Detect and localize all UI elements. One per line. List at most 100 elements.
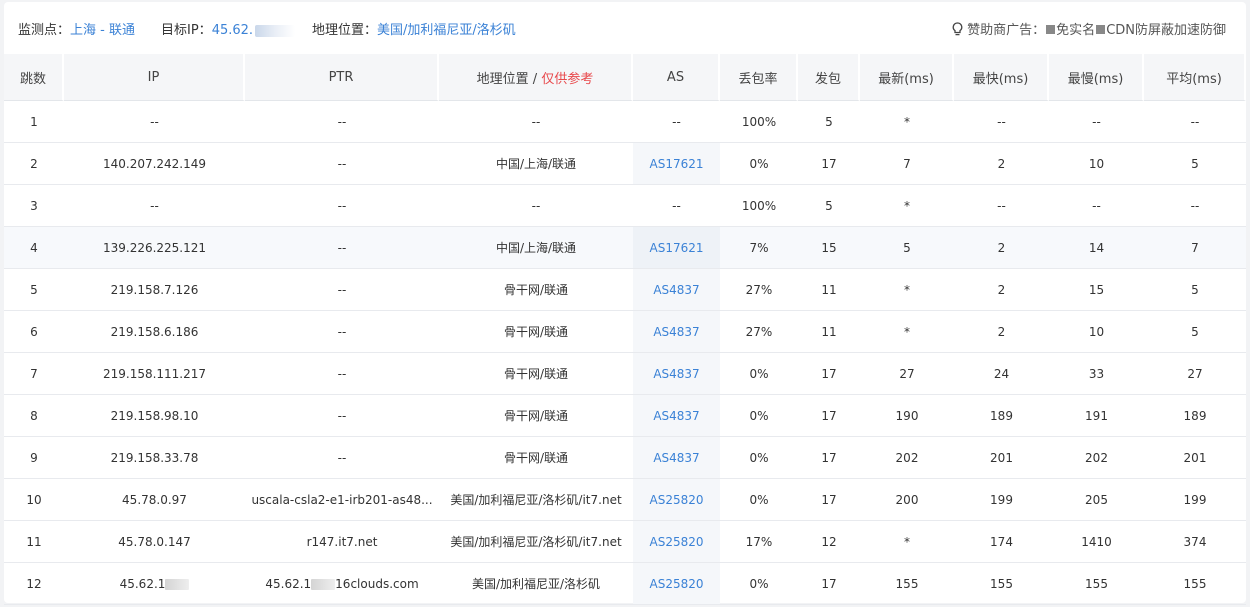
as-link[interactable]: AS25820 xyxy=(650,493,704,507)
cell-ptr: -- xyxy=(245,101,439,143)
cell-ptr: -- xyxy=(245,395,439,437)
cell-avg: 5 xyxy=(1144,269,1246,311)
as-link[interactable]: AS17621 xyxy=(650,157,704,171)
cell-loss: 0% xyxy=(720,437,798,479)
traceroute-panel: 监测点：上海 - 联通 目标IP：45.62. 地理位置：美国/加利福尼亚/洛杉… xyxy=(4,2,1246,605)
cell-avg: 5 xyxy=(1144,143,1246,185)
col-ptr: PTR xyxy=(245,54,439,101)
cell-sent: 5 xyxy=(798,185,860,227)
cell-hop: 7 xyxy=(4,353,64,395)
cell-best: 174 xyxy=(954,521,1049,563)
table-row: 8 219.158.98.10 -- 骨干网/联通 AS4837 0% 17 1… xyxy=(4,395,1246,437)
cell-geo: 骨干网/联通 xyxy=(439,311,633,353)
cell-avg: -- xyxy=(1144,185,1246,227)
cell-sent: 17 xyxy=(798,143,860,185)
table-row: 7 219.158.111.217 -- 骨干网/联通 AS4837 0% 17… xyxy=(4,353,1246,395)
as-link[interactable]: AS25820 xyxy=(650,535,704,549)
col-worst: 最慢(ms) xyxy=(1049,54,1144,101)
as-link[interactable]: AS4837 xyxy=(653,451,699,465)
cell-ptr-prefix: 45.62.1 xyxy=(265,576,312,591)
location-value[interactable]: 美国/加利福尼亚/洛杉矶 xyxy=(377,23,516,38)
as-link[interactable]: AS4837 xyxy=(653,367,699,381)
cell-loss: 27% xyxy=(720,311,798,353)
cell-best: -- xyxy=(954,101,1049,143)
sponsor-label: 赞助商广告： xyxy=(967,23,1046,38)
cell-hop: 5 xyxy=(4,269,64,311)
cell-worst: 1410 xyxy=(1049,521,1144,563)
cell-ptr: -- xyxy=(245,227,439,269)
redacted-mask xyxy=(311,578,336,590)
sponsor-ad[interactable]: 赞助商广告： 免实名 CDN防屏蔽加速防御 xyxy=(952,19,1226,40)
table-row: 3 -- -- -- -- 100% 5 * -- -- -- xyxy=(4,185,1246,227)
geo-location: 地理位置：美国/加利福尼亚/洛杉矶 xyxy=(312,19,516,38)
lightbulb-icon xyxy=(952,21,963,40)
cell-worst: 205 xyxy=(1049,479,1144,521)
target-label: 目标IP： xyxy=(161,23,212,38)
table-row: 5 219.158.7.126 -- 骨干网/联通 AS4837 27% 11 … xyxy=(4,269,1246,311)
square-icon xyxy=(1046,25,1056,34)
cell-as: AS4837 xyxy=(633,269,720,311)
cell-loss: 0% xyxy=(720,479,798,521)
cell-worst: 10 xyxy=(1049,143,1144,185)
col-hop: 跳数 xyxy=(4,54,64,101)
cell-sent: 11 xyxy=(798,311,860,353)
cell-hop: 2 xyxy=(4,143,64,185)
table-row: 12 45.62.1 45.62.1 16clouds.com 美国/加利福尼亚/… xyxy=(4,563,1246,605)
cell-hop: 1 xyxy=(4,101,64,143)
cell-ip: 139.226.225.121 xyxy=(64,227,245,269)
cell-hop: 3 xyxy=(4,185,64,227)
table-row: 11 45.78.0.147 r147.it7.net 美国/加利福尼亚/洛杉矶… xyxy=(4,521,1246,563)
cell-worst: -- xyxy=(1049,185,1144,227)
cell-as: -- xyxy=(633,185,720,227)
cell-geo: 骨干网/联通 xyxy=(439,437,633,479)
target-value: 45.62. xyxy=(211,23,254,38)
cell-avg: 155 xyxy=(1144,563,1246,605)
as-link[interactable]: AS25820 xyxy=(650,577,704,591)
as-link[interactable]: AS4837 xyxy=(653,409,699,423)
cell-geo: 中国/上海/联通 xyxy=(439,143,633,185)
cell-loss: 7% xyxy=(720,227,798,269)
cell-sent: 17 xyxy=(798,395,860,437)
table-row: 4 139.226.225.121 -- 中国/上海/联通 AS17621 7%… xyxy=(4,227,1246,269)
cell-sent: 12 xyxy=(798,521,860,563)
monitor-value[interactable]: 上海 - 联通 xyxy=(70,23,135,38)
cell-sent: 11 xyxy=(798,269,860,311)
cell-last: 202 xyxy=(860,437,954,479)
cell-last: * xyxy=(860,311,954,353)
cell-loss: 0% xyxy=(720,143,798,185)
cell-avg: 7 xyxy=(1144,227,1246,269)
col-ip: IP xyxy=(64,54,245,101)
cell-avg: 199 xyxy=(1144,479,1246,521)
cell-ptr: 45.62.1 16clouds.com xyxy=(245,563,439,605)
col-last: 最新(ms) xyxy=(860,54,954,101)
cell-last: 5 xyxy=(860,227,954,269)
cell-geo: 美国/加利福尼亚/洛杉矶/it7.net xyxy=(439,521,633,563)
cell-loss: 0% xyxy=(720,563,798,605)
cell-hop: 8 xyxy=(4,395,64,437)
cell-hop: 4 xyxy=(4,227,64,269)
cell-best: 201 xyxy=(954,437,1049,479)
cell-hop: 10 xyxy=(4,479,64,521)
info-header: 监测点：上海 - 联通 目标IP：45.62. 地理位置：美国/加利福尼亚/洛杉… xyxy=(4,2,1246,54)
cell-best: 2 xyxy=(954,227,1049,269)
cell-as: AS4837 xyxy=(633,437,720,479)
cell-ip: 45.62.1 xyxy=(64,563,245,605)
cell-avg: 201 xyxy=(1144,437,1246,479)
as-link[interactable]: AS17621 xyxy=(650,241,704,255)
cell-avg: 189 xyxy=(1144,395,1246,437)
cell-as: AS25820 xyxy=(633,521,720,563)
cell-last: * xyxy=(860,185,954,227)
cell-worst: 10 xyxy=(1049,311,1144,353)
cell-loss: 100% xyxy=(720,101,798,143)
table-row: 6 219.158.6.186 -- 骨干网/联通 AS4837 27% 11 … xyxy=(4,311,1246,353)
as-link[interactable]: AS4837 xyxy=(653,325,699,339)
cell-ptr: -- xyxy=(245,185,439,227)
cell-geo: 美国/加利福尼亚/洛杉矶 xyxy=(439,563,633,605)
cell-loss: 27% xyxy=(720,269,798,311)
cell-geo: -- xyxy=(439,101,633,143)
cell-loss: 17% xyxy=(720,521,798,563)
cell-ptr: r147.it7.net xyxy=(245,521,439,563)
as-link[interactable]: AS4837 xyxy=(653,283,699,297)
cell-sent: 5 xyxy=(798,101,860,143)
cell-geo: 骨干网/联通 xyxy=(439,353,633,395)
